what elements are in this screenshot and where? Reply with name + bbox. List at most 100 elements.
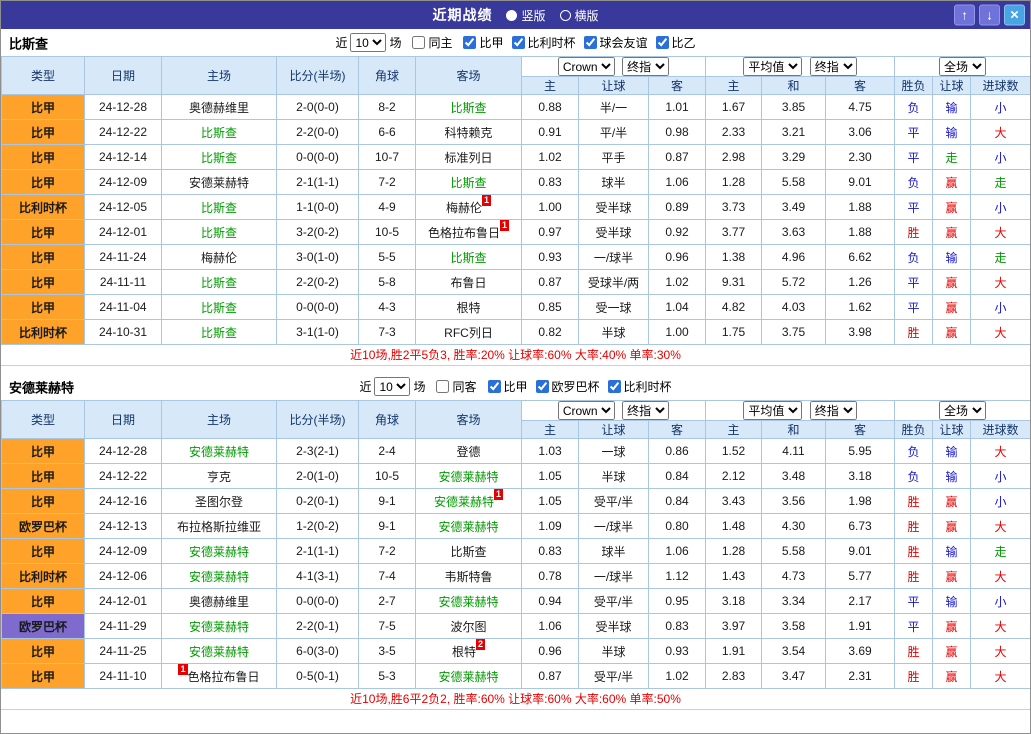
asia-away-odds-cell: 0.83: [649, 614, 706, 639]
home-team-name: 色格拉布鲁日: [188, 670, 260, 684]
matches-tbody: 比甲 24-12-28 奥德赫维里 2-0(0-0) 8-2 比斯查 0.88 …: [2, 95, 1031, 345]
bookmaker-select[interactable]: Crown: [558, 401, 615, 420]
euro-odds-type-select[interactable]: 平均值: [743, 57, 802, 76]
away-team-cell: 安德莱赫特: [416, 589, 522, 614]
match-date-cell: 24-12-28: [85, 439, 162, 464]
league-filter[interactable]: 比乙: [656, 34, 696, 51]
home-team-name: 比斯查: [201, 126, 237, 140]
venue-filter[interactable]: 同客: [436, 378, 476, 395]
corners-cell: 2-4: [359, 439, 416, 464]
euro-home-odds-cell: 1.67: [706, 95, 762, 120]
table-row: 欧罗巴杯 24-11-29 安德莱赫特 2-2(0-1) 7-5 波尔图 1.0…: [2, 614, 1031, 639]
home-team-cell: 安德莱赫特: [162, 539, 277, 564]
titlebar-center: 近期战绩 竖版 横版: [1, 5, 1030, 25]
red-card-badge: 2: [476, 639, 485, 650]
titlebar: 近期战绩 竖版 横版 ↑ ↓ ×: [1, 1, 1030, 29]
layout-option-vertical[interactable]: 竖版: [506, 7, 545, 24]
handicap-cell: 受平/半: [579, 664, 649, 689]
handicap-cell: 受平/半: [579, 589, 649, 614]
league-checkbox[interactable]: [584, 36, 597, 49]
col-header-away: 客场: [416, 57, 522, 95]
recent-count-select[interactable]: 10: [374, 377, 410, 396]
handicap-cell: 球半: [579, 539, 649, 564]
league-checkbox[interactable]: [656, 36, 669, 49]
league-checkbox[interactable]: [488, 380, 501, 393]
away-team-name: 安德莱赫特: [438, 595, 498, 609]
league-filter[interactable]: 比利时杯: [608, 378, 672, 395]
league-checkbox[interactable]: [536, 380, 549, 393]
venue-filter[interactable]: 同主: [412, 34, 452, 51]
goals-result-cell: 大: [971, 664, 1031, 689]
handicap-cell: 受半球: [579, 220, 649, 245]
asia-away-odds-cell: 0.80: [649, 514, 706, 539]
result-cell: 负: [895, 95, 933, 120]
league-filter[interactable]: 比甲: [463, 34, 503, 51]
col-header-euro-away: 客: [826, 421, 895, 439]
table-row: 比甲 24-12-28 奥德赫维里 2-0(0-0) 8-2 比斯查 0.88 …: [2, 95, 1031, 120]
match-date-cell: 24-11-11: [85, 270, 162, 295]
col-header-result: 胜负: [895, 77, 933, 95]
down-button[interactable]: ↓: [979, 5, 1000, 26]
score-cell: 1-1(0-0): [277, 195, 359, 220]
euro-odds-type-select[interactable]: 平均值: [743, 401, 802, 420]
asia-home-odds-cell: 0.83: [522, 539, 579, 564]
away-team-name: 登德: [456, 445, 480, 459]
col-header-euro-home: 主: [706, 421, 762, 439]
handicap-result-cell: 走: [933, 145, 971, 170]
asia-odds-time-select[interactable]: 终指: [622, 57, 669, 76]
corners-cell: 2-7: [359, 589, 416, 614]
euro-draw-odds-cell: 3.29: [762, 145, 826, 170]
radio-horizontal-icon[interactable]: [560, 10, 571, 21]
match-date-cell: 24-11-24: [85, 245, 162, 270]
result-cell: 平: [895, 195, 933, 220]
table-row: 比甲 24-12-28 安德莱赫特 2-3(2-1) 2-4 登德 1.03 一…: [2, 439, 1031, 464]
col-header-handicap: 让球: [579, 77, 649, 95]
matches-table: 类型 日期 主场 比分(半场) 角球 客场 Crown 终指 平均值 终指: [1, 400, 1031, 689]
asia-away-odds-cell: 0.93: [649, 639, 706, 664]
league-checkbox[interactable]: [463, 36, 476, 49]
euro-odds-time-select[interactable]: 终指: [810, 401, 857, 420]
table-row: 比甲 24-12-14 比斯查 0-0(0-0) 10-7 标准列日 1.02 …: [2, 145, 1031, 170]
asia-odds-time-select[interactable]: 终指: [622, 401, 669, 420]
match-type-cell: 比利时杯: [2, 195, 85, 220]
col-header-home: 主场: [162, 401, 277, 439]
away-team-cell: 比斯查: [416, 245, 522, 270]
handicap-result-cell: 赢: [933, 564, 971, 589]
close-button[interactable]: ×: [1004, 5, 1025, 26]
venue-checkbox[interactable]: [436, 380, 449, 393]
handicap-cell: 半球: [579, 320, 649, 345]
venue-checkbox[interactable]: [412, 36, 425, 49]
scope-select[interactable]: 全场: [939, 57, 986, 76]
asia-away-odds-cell: 1.01: [649, 95, 706, 120]
radio-vertical-icon[interactable]: [506, 10, 517, 21]
handicap-cell: 受半球: [579, 614, 649, 639]
scope-select[interactable]: 全场: [939, 401, 986, 420]
league-checkbox[interactable]: [512, 36, 525, 49]
league-filter[interactable]: 比甲: [488, 378, 528, 395]
recent-count-select[interactable]: 10: [350, 33, 386, 52]
euro-draw-odds-cell: 5.72: [762, 270, 826, 295]
handicap-result-cell: 赢: [933, 320, 971, 345]
league-checkbox[interactable]: [608, 380, 621, 393]
euro-odds-selects: 平均值 终指: [706, 401, 895, 421]
euro-odds-time-select[interactable]: 终指: [810, 57, 857, 76]
home-team-name: 比斯查: [201, 201, 237, 215]
handicap-cell: 一/球半: [579, 564, 649, 589]
goals-result-cell: 大: [971, 120, 1031, 145]
result-cell: 平: [895, 120, 933, 145]
up-button[interactable]: ↑: [954, 5, 975, 26]
league-filter[interactable]: 欧罗巴杯: [536, 378, 600, 395]
match-type-cell: 比甲: [2, 95, 85, 120]
home-team-cell: 比斯查: [162, 295, 277, 320]
layout-option-horizontal[interactable]: 横版: [560, 7, 599, 24]
asia-home-odds-cell: 1.05: [522, 464, 579, 489]
home-team-name: 布拉格斯拉维亚: [177, 520, 261, 534]
bookmaker-select[interactable]: Crown: [558, 57, 615, 76]
col-header-away: 客场: [416, 401, 522, 439]
col-header-score: 比分(半场): [277, 401, 359, 439]
league-filter[interactable]: 球会友谊: [584, 34, 648, 51]
euro-away-odds-cell: 1.88: [826, 220, 895, 245]
away-team-name: 安德莱赫特: [438, 670, 498, 684]
league-filter[interactable]: 比利时杯: [512, 34, 576, 51]
euro-away-odds-cell: 3.06: [826, 120, 895, 145]
